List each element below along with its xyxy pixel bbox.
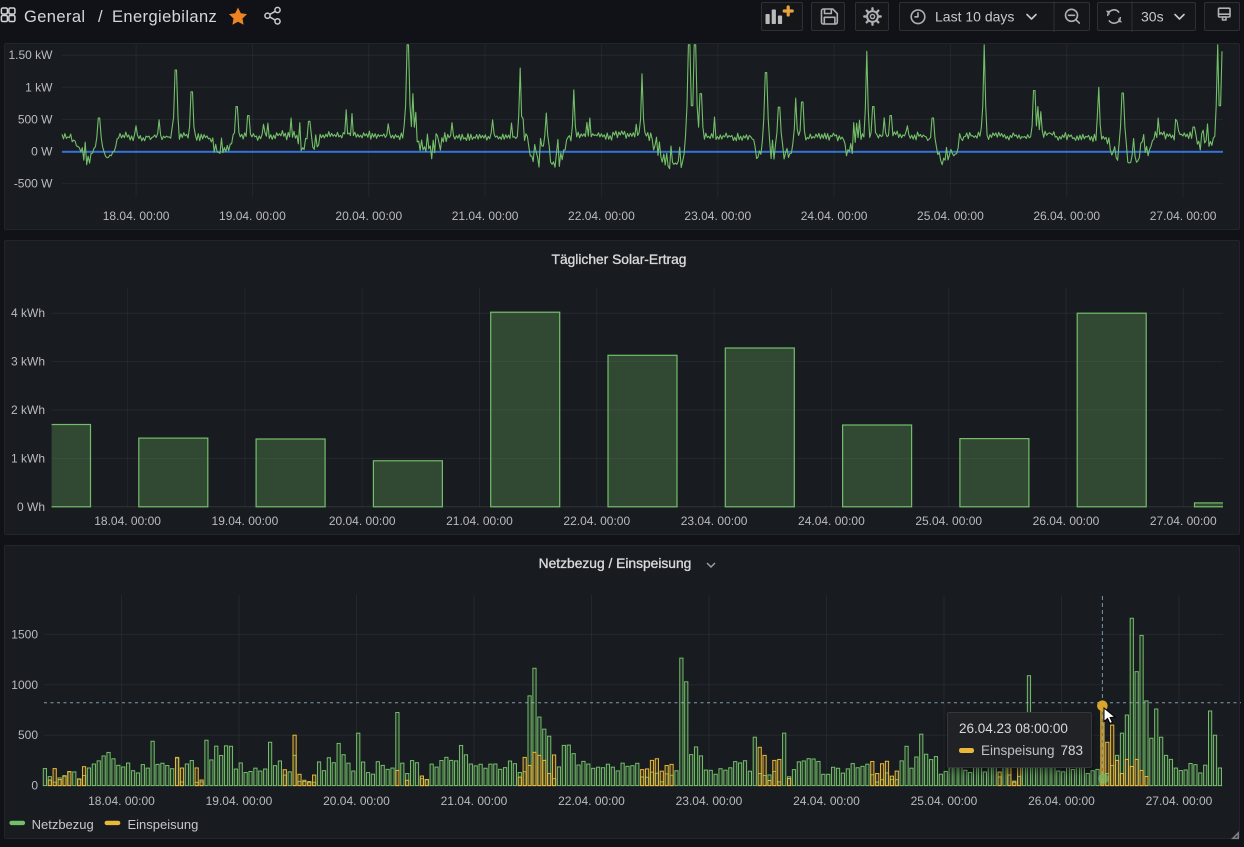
svg-text:0: 0 xyxy=(31,779,38,793)
svg-text:Netzbezug: Netzbezug xyxy=(32,817,94,832)
svg-text:500: 500 xyxy=(18,728,38,742)
svg-text:24.04. 00:00: 24.04. 00:00 xyxy=(793,794,860,808)
svg-text:20.04. 00:00: 20.04. 00:00 xyxy=(329,514,396,528)
svg-text:22.04. 00:00: 22.04. 00:00 xyxy=(568,209,635,223)
svg-text:General: General xyxy=(24,8,86,26)
svg-text:21.04. 00:00: 21.04. 00:00 xyxy=(446,514,513,528)
svg-text:18.04. 00:00: 18.04. 00:00 xyxy=(94,514,161,528)
svg-text:1000: 1000 xyxy=(11,678,38,692)
svg-text:20.04. 00:00: 20.04. 00:00 xyxy=(335,209,402,223)
svg-text:4 kWh: 4 kWh xyxy=(11,306,45,320)
svg-text:/: / xyxy=(98,8,103,26)
svg-text:18.04. 00:00: 18.04. 00:00 xyxy=(88,794,155,808)
svg-text:24.04. 00:00: 24.04. 00:00 xyxy=(798,514,865,528)
svg-text:27.04. 00:00: 27.04. 00:00 xyxy=(1150,514,1217,528)
svg-text:26.04. 00:00: 26.04. 00:00 xyxy=(1033,209,1100,223)
svg-text:21.04. 00:00: 21.04. 00:00 xyxy=(452,209,519,223)
svg-text:500 W: 500 W xyxy=(18,112,53,126)
svg-text:Netzbezug / Einspeisung: Netzbezug / Einspeisung xyxy=(539,556,692,571)
svg-text:Last 10 days: Last 10 days xyxy=(935,9,1014,25)
svg-text:20.04. 00:00: 20.04. 00:00 xyxy=(323,794,390,808)
svg-text:22.04. 00:00: 22.04. 00:00 xyxy=(563,514,630,528)
svg-text:1.50 kW: 1.50 kW xyxy=(8,48,53,62)
svg-text:1500: 1500 xyxy=(11,627,38,641)
svg-text:23.04. 00:00: 23.04. 00:00 xyxy=(676,794,743,808)
svg-text:-500 W: -500 W xyxy=(14,177,53,191)
svg-text:22.04. 00:00: 22.04. 00:00 xyxy=(558,794,625,808)
svg-text:23.04. 00:00: 23.04. 00:00 xyxy=(684,209,751,223)
svg-text:30s: 30s xyxy=(1141,9,1164,25)
svg-text:26.04. 00:00: 26.04. 00:00 xyxy=(1028,794,1095,808)
svg-text:21.04. 00:00: 21.04. 00:00 xyxy=(441,794,508,808)
svg-text:3 kWh: 3 kWh xyxy=(11,355,45,369)
svg-text:23.04. 00:00: 23.04. 00:00 xyxy=(681,514,748,528)
svg-text:25.04. 00:00: 25.04. 00:00 xyxy=(911,794,978,808)
svg-text:Täglicher Solar-Ertrag: Täglicher Solar-Ertrag xyxy=(552,252,687,267)
svg-text:18.04. 00:00: 18.04. 00:00 xyxy=(103,209,170,223)
svg-text:1 kW: 1 kW xyxy=(25,80,53,94)
svg-text:Einspeisung: Einspeisung xyxy=(128,817,199,832)
svg-text:19.04. 00:00: 19.04. 00:00 xyxy=(219,209,286,223)
svg-text:0 Wh: 0 Wh xyxy=(17,500,45,514)
svg-text:19.04. 00:00: 19.04. 00:00 xyxy=(212,514,279,528)
svg-text:Energiebilanz: Energiebilanz xyxy=(112,8,217,26)
svg-text:25.04. 00:00: 25.04. 00:00 xyxy=(917,209,984,223)
svg-text:27.04. 00:00: 27.04. 00:00 xyxy=(1150,209,1217,223)
svg-text:1 kWh: 1 kWh xyxy=(11,451,45,465)
svg-text:24.04. 00:00: 24.04. 00:00 xyxy=(801,209,868,223)
svg-text:26.04. 00:00: 26.04. 00:00 xyxy=(1033,514,1100,528)
svg-text:27.04. 00:00: 27.04. 00:00 xyxy=(1146,794,1213,808)
svg-text:25.04. 00:00: 25.04. 00:00 xyxy=(915,514,982,528)
svg-text:0 W: 0 W xyxy=(31,145,53,159)
svg-text:19.04. 00:00: 19.04. 00:00 xyxy=(206,794,273,808)
svg-text:2 kWh: 2 kWh xyxy=(11,403,45,417)
